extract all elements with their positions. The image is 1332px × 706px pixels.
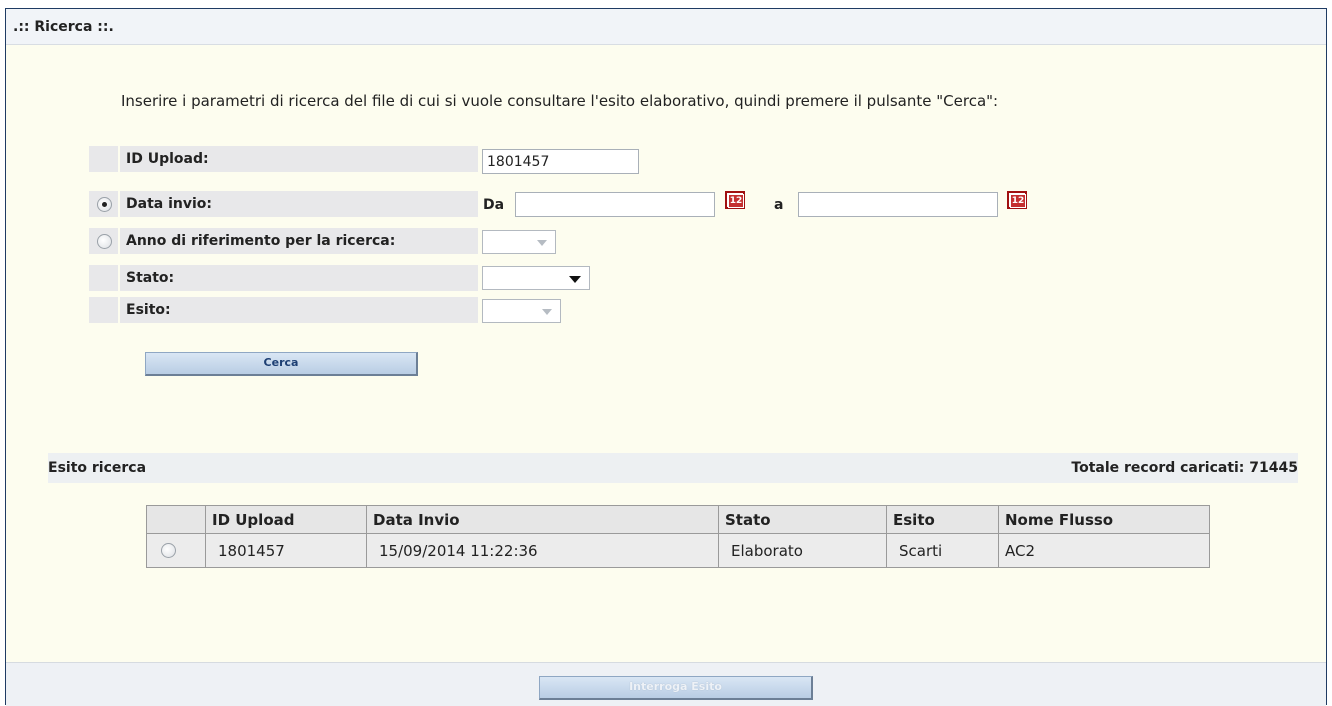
chevron-down-icon	[542, 309, 552, 315]
stato-select[interactable]	[482, 266, 590, 290]
anno-select[interactable]	[482, 230, 556, 254]
column-header-nome-flusso: Nome Flusso	[998, 505, 1210, 534]
radio-cell	[89, 191, 118, 219]
esito-select[interactable]	[482, 299, 561, 323]
column-header-id-upload: ID Upload	[205, 505, 367, 534]
id-upload-input[interactable]	[482, 149, 639, 174]
row-select-radio[interactable]	[161, 543, 176, 558]
row-select-cell	[146, 533, 206, 568]
a-label: a	[774, 197, 784, 213]
radio-cell-empty	[89, 297, 118, 325]
chevron-down-icon	[537, 240, 547, 246]
cell-stato: Elaborato	[718, 533, 887, 568]
data-da-input[interactable]	[515, 192, 715, 217]
chevron-down-icon	[569, 276, 581, 283]
cell-data-invio: 15/09/2014 11:22:36	[366, 533, 719, 568]
data-invio-label: Data invio:	[120, 191, 478, 219]
id-upload-label: ID Upload:	[120, 146, 478, 174]
data-a-input[interactable]	[798, 192, 998, 217]
anno-radio[interactable]	[97, 234, 112, 249]
radio-cell-empty	[89, 265, 118, 293]
cell-nome-flusso: AC2	[998, 533, 1210, 568]
anno-label: Anno di riferimento per la ricerca:	[120, 228, 478, 256]
column-header-esito: Esito	[886, 505, 999, 534]
column-header-stato: Stato	[718, 505, 887, 534]
data-invio-radio[interactable]	[97, 197, 112, 212]
esito-label: Esito:	[120, 297, 478, 325]
total-records: Totale record caricati: 71445	[1071, 460, 1298, 476]
da-label: Da	[483, 197, 505, 213]
table-row[interactable]: 1801457 15/09/2014 11:22:36 Elaborato Sc…	[146, 533, 1210, 568]
result-title: Esito ricerca	[48, 460, 147, 476]
result-header: Esito ricerca Totale record caricati: 71…	[48, 453, 1298, 483]
stato-label: Stato:	[120, 265, 478, 293]
cerca-button[interactable]: Cerca	[145, 352, 418, 376]
instructions-text: Inserire i parametri di ricerca del file…	[121, 92, 999, 110]
calendar-icon[interactable]	[1007, 191, 1027, 209]
cell-id-upload: 1801457	[205, 533, 367, 568]
radio-cell-empty	[89, 146, 118, 174]
table-header-row: ID Upload Data Invio Stato Esito Nome Fl…	[146, 505, 1210, 534]
radio-cell	[89, 228, 118, 256]
panel-title: .:: Ricerca ::.	[6, 9, 1326, 45]
interroga-esito-button[interactable]: Interroga Esito	[539, 676, 813, 700]
column-header-select	[146, 505, 206, 534]
footer-bar: Interroga Esito	[6, 662, 1326, 706]
column-header-data-invio: Data Invio	[366, 505, 719, 534]
calendar-icon[interactable]	[725, 191, 745, 209]
results-table: ID Upload Data Invio Stato Esito Nome Fl…	[146, 505, 1210, 568]
search-panel: .:: Ricerca ::. Inserire i parametri di …	[5, 8, 1327, 706]
cell-esito: Scarti	[886, 533, 999, 568]
